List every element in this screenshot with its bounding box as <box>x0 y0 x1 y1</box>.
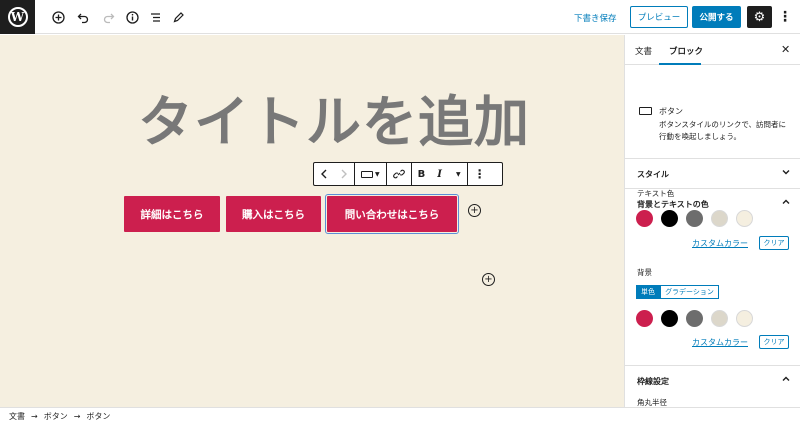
sidebar-tabs: 文書 ブロック ✕ <box>625 35 800 65</box>
swatch-gray[interactable] <box>686 210 703 227</box>
text-color-label: テキスト色 <box>637 189 675 198</box>
solid-tab[interactable]: 単色 <box>636 285 660 299</box>
block-toolbar: ▼ B I ▼ ⋮ <box>313 162 503 186</box>
bg-swatch-cream[interactable] <box>736 310 753 327</box>
border-radius-label: 角丸半径 <box>637 398 667 407</box>
chevron-up-icon <box>781 374 791 387</box>
bg-swatch-beige[interactable] <box>711 310 728 327</box>
bg-swatch-gray[interactable] <box>686 310 703 327</box>
add-block-icon[interactable]: + <box>482 273 495 286</box>
chevron-up-icon <box>781 197 791 210</box>
pencil-icon[interactable] <box>170 9 186 25</box>
align-group: ▼ <box>355 163 387 185</box>
panel-style-toggle[interactable]: スタイル <box>625 159 800 189</box>
add-block-icon[interactable] <box>50 9 66 25</box>
preview-button[interactable]: プレビュー <box>630 6 688 28</box>
block-description: ボタンスタイルのリンクで、訪問者に行動を喚起しましょう。 <box>659 120 787 141</box>
panel-style-title: スタイル <box>637 170 669 179</box>
save-draft-link[interactable]: 下書き保存 <box>574 12 617 24</box>
gear-icon: ⚙ <box>753 9 766 25</box>
caret-down-icon: ▼ <box>455 170 461 178</box>
panel-border-toggle[interactable]: 枠線設定 <box>625 366 800 396</box>
bg-custom-color-link[interactable]: カスタムカラー <box>692 337 748 348</box>
button-details[interactable]: 詳細はこちら <box>124 196 220 232</box>
bg-swatch-black[interactable] <box>661 310 678 327</box>
text-custom-color-link[interactable]: カスタムカラー <box>692 238 748 249</box>
italic-button[interactable]: I <box>431 163 448 185</box>
block-mover-group <box>314 163 355 185</box>
button-block-icon <box>361 170 373 178</box>
panel-color-title: 背景とテキストの色 <box>637 200 709 209</box>
post-title-placeholder[interactable]: タイトルを追加 <box>138 77 530 157</box>
link-icon[interactable] <box>387 163 411 185</box>
gradient-tab[interactable]: グラデーション <box>660 285 719 299</box>
wordpress-icon: W <box>7 7 28 27</box>
move-right-icon[interactable] <box>334 163 354 185</box>
swatch-accent[interactable] <box>636 210 653 227</box>
bg-color-clear-button[interactable]: クリア <box>759 335 789 349</box>
block-options-icon[interactable]: ⋮ <box>468 163 492 185</box>
more-options-icon[interactable]: ⋮ <box>778 8 792 26</box>
settings-sidebar: 文書 ブロック ✕ ボタン ボタンスタイルのリンクで、訪問者に行動を喚起しましょ… <box>624 35 800 407</box>
swatch-beige[interactable] <box>711 210 728 227</box>
list-view-icon[interactable] <box>147 9 163 25</box>
block-card: ボタン ボタンスタイルのリンクで、訪問者に行動を喚起しましょう。 <box>625 65 800 159</box>
tab-document[interactable]: 文書 <box>635 45 652 57</box>
editor-header: W 下書き保存 プレビュー 公開する ⚙ ⋮ <box>0 0 800 34</box>
breadcrumb: 文書 → ボタン → ボタン <box>0 407 800 425</box>
editor-canvas: タイトルを追加 ▼ B I ▼ ⋮ 詳細はこちら 購入はこちら 問い合わせはこち… <box>0 35 624 407</box>
button-align-dropdown[interactable]: ▼ <box>355 163 386 185</box>
add-button-icon[interactable]: + <box>468 204 481 217</box>
caret-down-icon: ▼ <box>375 170 380 178</box>
swatch-cream[interactable] <box>736 210 753 227</box>
info-icon[interactable] <box>124 9 140 25</box>
panel-border-title: 枠線設定 <box>637 377 669 386</box>
link-group <box>387 163 412 185</box>
close-icon[interactable]: ✕ <box>781 43 790 56</box>
block-name: ボタン <box>659 107 683 116</box>
button-contact[interactable]: 問い合わせはこちら <box>325 194 459 234</box>
bg-swatch-accent[interactable] <box>636 310 653 327</box>
breadcrumb-item-document[interactable]: 文書 <box>9 411 25 422</box>
swatch-black[interactable] <box>661 210 678 227</box>
redo-icon[interactable] <box>100 9 116 25</box>
breadcrumb-item-buttons[interactable]: ボタン <box>44 411 68 422</box>
more-format-dropdown[interactable]: ▼ <box>448 163 467 185</box>
text-color-clear-button[interactable]: クリア <box>759 236 789 250</box>
wordpress-logo-button[interactable]: W <box>0 0 35 34</box>
arrow-right-icon: → <box>73 412 81 421</box>
publish-button[interactable]: 公開する <box>692 6 741 28</box>
move-left-icon[interactable] <box>314 163 334 185</box>
arrow-right-icon: → <box>31 412 38 421</box>
button-purchase[interactable]: 購入はこちら <box>226 196 321 232</box>
breadcrumb-item-button[interactable]: ボタン <box>86 411 110 422</box>
undo-icon[interactable] <box>75 9 91 25</box>
options-group: ⋮ <box>468 163 492 185</box>
chevron-down-icon <box>781 167 791 180</box>
button-block-icon <box>639 107 652 115</box>
background-label: 背景 <box>637 268 652 277</box>
tab-block[interactable]: ブロック <box>669 45 703 57</box>
settings-button[interactable]: ⚙ <box>747 6 772 28</box>
format-group: B I ▼ <box>412 163 468 185</box>
bold-button[interactable]: B <box>412 163 432 185</box>
